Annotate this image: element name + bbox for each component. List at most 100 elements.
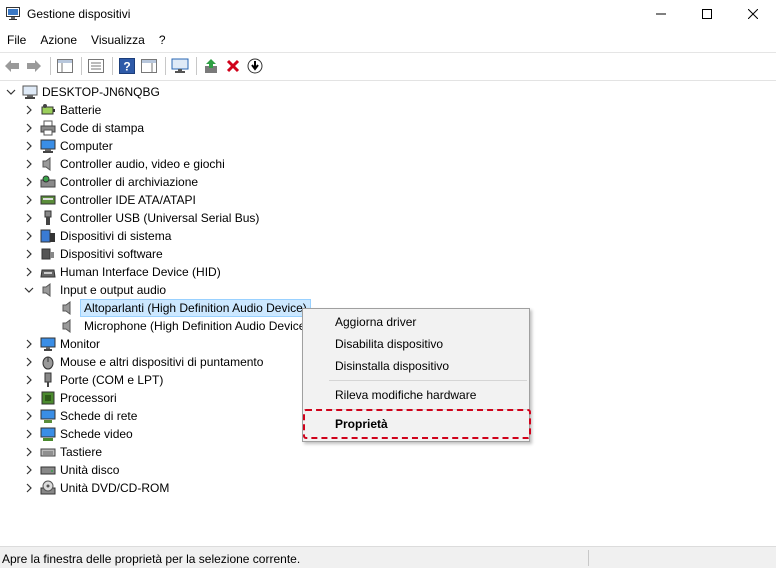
chevron-right-icon[interactable] <box>24 263 34 281</box>
device-manager-icon <box>6 7 20 20</box>
monitor-scan-icon <box>171 58 189 73</box>
help-icon: ? <box>119 57 135 74</box>
computer-icon <box>22 84 38 100</box>
tree-child-label: Microphone (High Definition Audio Device… <box>84 319 310 333</box>
tree-child-altoparlanti[interactable]: Altoparlanti (High Definition Audio Devi… <box>60 299 311 317</box>
chevron-down-icon[interactable] <box>24 281 34 299</box>
tree-item-controller-audio[interactable]: Controller audio, video e giochi <box>24 155 225 173</box>
chevron-right-icon[interactable] <box>24 335 34 353</box>
disable-button[interactable] <box>245 56 265 76</box>
menu-help[interactable]: ? <box>152 30 173 50</box>
tree-item-input-output-audio[interactable]: Input e output audio <box>24 281 166 299</box>
console-tree-button[interactable] <box>55 56 75 76</box>
chevron-right-icon[interactable] <box>24 353 34 371</box>
tree-item-monitor[interactable]: Monitor <box>24 335 100 353</box>
tree-item-label: Dispositivi di sistema <box>60 229 172 243</box>
tree-item-unita-dvd[interactable]: Unità DVD/CD-ROM <box>24 479 169 497</box>
chevron-down-icon[interactable] <box>6 83 16 101</box>
chevron-right-icon[interactable] <box>24 119 34 137</box>
properties-button[interactable] <box>86 56 106 76</box>
storage-icon <box>40 174 56 190</box>
help-button[interactable]: ? <box>117 56 137 76</box>
chevron-right-icon[interactable] <box>24 425 34 443</box>
tree-item-unita-disco[interactable]: Unità disco <box>24 461 119 479</box>
chevron-right-icon[interactable] <box>24 407 34 425</box>
minimize-icon <box>656 13 666 15</box>
tree-child-label: Altoparlanti (High Definition Audio Devi… <box>80 299 311 317</box>
software-icon <box>40 246 56 262</box>
tree-child-microphone[interactable]: Microphone (High Definition Audio Device… <box>60 317 309 335</box>
svg-text:?: ? <box>123 59 130 73</box>
ctx-disinstalla-dispositivo[interactable]: Disinstalla dispositivo <box>335 358 449 374</box>
tree-item-label: Computer <box>60 139 113 153</box>
tree-item-dispositivi-sistema[interactable]: Dispositivi di sistema <box>24 227 171 245</box>
action-pane-button[interactable] <box>139 56 159 76</box>
tree-item-schede-rete[interactable]: Schede di rete <box>24 407 137 425</box>
chevron-right-icon[interactable] <box>24 371 34 389</box>
chevron-right-icon[interactable] <box>24 443 34 461</box>
properties-icon <box>88 58 104 73</box>
tree-root[interactable]: DESKTOP-JN6NQBG <box>6 83 160 101</box>
maximize-icon <box>702 9 712 19</box>
toolbar-separator <box>50 56 51 75</box>
chevron-right-icon[interactable] <box>24 209 34 227</box>
maximize-button[interactable] <box>684 0 730 28</box>
update-driver-button[interactable] <box>201 56 221 76</box>
scan-hardware-button[interactable] <box>170 56 190 76</box>
tree-item-tastiere[interactable]: Tastiere <box>24 443 102 461</box>
tree-item-hid[interactable]: Human Interface Device (HID) <box>24 263 221 281</box>
ctx-aggiorna-driver[interactable]: Aggiorna driver <box>335 314 416 330</box>
tree-item-label: Unità disco <box>60 463 120 477</box>
toolbar-separator <box>196 56 197 75</box>
menu-azione[interactable]: Azione <box>33 30 84 50</box>
tree-item-batterie[interactable]: Batterie <box>24 101 101 119</box>
ctx-disabilita-dispositivo[interactable]: Disabilita dispositivo <box>335 336 443 352</box>
chevron-right-icon[interactable] <box>24 137 34 155</box>
close-button[interactable] <box>730 0 776 28</box>
speaker-icon <box>60 318 76 334</box>
console-tree-icon <box>57 58 73 73</box>
menu-bar: File Azione Visualizza ? <box>0 30 173 50</box>
tree-item-computer[interactable]: Computer <box>24 137 113 155</box>
tree-item-label: Controller USB (Universal Serial Bus) <box>60 211 260 225</box>
tree-item-mouse[interactable]: Mouse e altri dispositivi di puntamento <box>24 353 263 371</box>
chevron-right-icon[interactable] <box>24 245 34 263</box>
back-arrow-icon <box>5 59 19 72</box>
tree-item-code-di-stampa[interactable]: Code di stampa <box>24 119 144 137</box>
chevron-right-icon[interactable] <box>24 173 34 191</box>
menu-file[interactable]: File <box>0 30 33 50</box>
uninstall-x-icon <box>226 59 240 72</box>
minimize-button[interactable] <box>638 0 684 28</box>
tree-item-dispositivi-software[interactable]: Dispositivi software <box>24 245 163 263</box>
speaker-icon <box>60 300 76 316</box>
mouse-icon <box>40 354 56 370</box>
update-driver-icon <box>205 58 217 73</box>
tree-item-label: Dispositivi software <box>60 247 163 261</box>
chevron-right-icon[interactable] <box>24 227 34 245</box>
ctx-rileva-modifiche[interactable]: Rileva modifiche hardware <box>335 387 476 403</box>
chevron-right-icon[interactable] <box>24 389 34 407</box>
back-button[interactable] <box>2 56 22 76</box>
tree-item-processori[interactable]: Processori <box>24 389 117 407</box>
window-title: Gestione dispositivi <box>27 7 131 21</box>
tree-item-controller-usb[interactable]: Controller USB (Universal Serial Bus) <box>24 209 259 227</box>
tree-item-controller-archiviazione[interactable]: Controller di archiviazione <box>24 173 198 191</box>
printer-icon <box>40 120 56 136</box>
forward-button[interactable] <box>24 56 44 76</box>
chevron-right-icon[interactable] <box>24 101 34 119</box>
usb-icon <box>40 210 56 226</box>
speaker-icon <box>40 282 56 298</box>
tree-item-label: Schede video <box>60 427 133 441</box>
chevron-right-icon[interactable] <box>24 461 34 479</box>
chevron-right-icon[interactable] <box>24 479 34 497</box>
menu-visualizza[interactable]: Visualizza <box>84 30 152 50</box>
tree-item-controller-ide[interactable]: Controller IDE ATA/ATAPI <box>24 191 196 209</box>
action-pane-icon <box>141 58 157 73</box>
uninstall-button[interactable] <box>223 56 243 76</box>
tree-item-schede-video[interactable]: Schede video <box>24 425 133 443</box>
chevron-right-icon[interactable] <box>24 191 34 209</box>
tree-item-porte[interactable]: Porte (COM e LPT) <box>24 371 163 389</box>
tree-item-label: Input e output audio <box>60 283 167 297</box>
tree-item-label: Human Interface Device (HID) <box>60 265 221 279</box>
chevron-right-icon[interactable] <box>24 155 34 173</box>
